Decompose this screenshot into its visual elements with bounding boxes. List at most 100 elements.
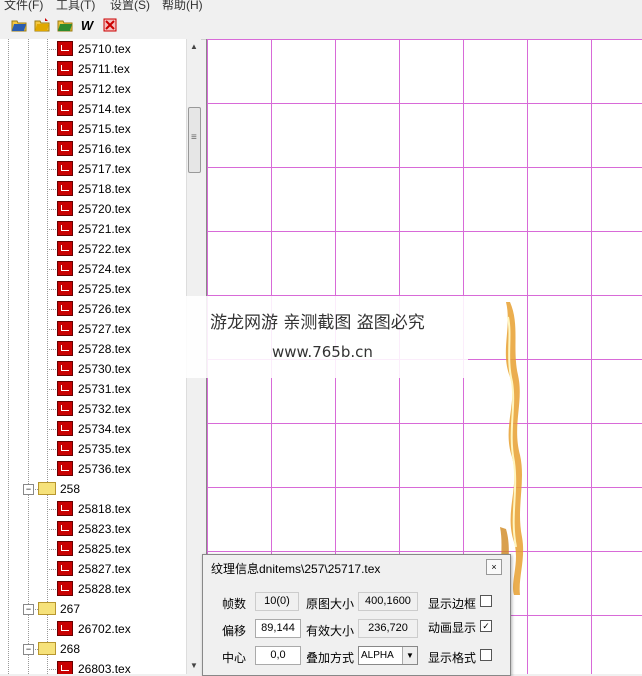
tree-file-item[interactable]: 25721.tex: [57, 219, 131, 239]
tree-item-label: 25721.tex: [78, 222, 131, 236]
tree-file-item[interactable]: 25728.tex: [57, 339, 131, 359]
tree-file-item[interactable]: 25724.tex: [57, 259, 131, 279]
tree-file-item[interactable]: 25825.tex: [57, 539, 131, 559]
tree-connector: [47, 629, 56, 630]
tree-folder-item[interactable]: 268: [38, 639, 80, 659]
tree-file-item[interactable]: 25712.tex: [57, 79, 131, 99]
animation-display-checkbox[interactable]: ✓: [480, 620, 492, 632]
texture-file-icon: [57, 341, 73, 357]
menu-file[interactable]: 文件(F): [4, 0, 43, 12]
tree-connector: [47, 269, 56, 270]
close-icon[interactable]: ×: [486, 559, 502, 575]
tree-file-item[interactable]: 25818.tex: [57, 499, 131, 519]
tree-file-item[interactable]: 25734.tex: [57, 419, 131, 439]
tree-file-item[interactable]: 25732.tex: [57, 399, 131, 419]
tree-file-item[interactable]: 25725.tex: [57, 279, 131, 299]
texture-file-icon: [57, 541, 73, 557]
show-format-checkbox[interactable]: [480, 649, 492, 661]
tree-item-label: 25827.tex: [78, 562, 131, 576]
tree-file-item[interactable]: 25710.tex: [57, 39, 131, 59]
grid-line-v: [591, 39, 592, 674]
tree-file-item[interactable]: 25722.tex: [57, 239, 131, 259]
tree-file-item[interactable]: 25718.tex: [57, 179, 131, 199]
red-cross-icon[interactable]: [101, 16, 119, 34]
blend-mode-value: ALPHA: [361, 650, 394, 661]
tree-file-item[interactable]: 25714.tex: [57, 99, 131, 119]
open-folder-green-icon[interactable]: [56, 16, 74, 34]
tree-file-item[interactable]: 25715.tex: [57, 119, 131, 139]
tree-file-item[interactable]: 25736.tex: [57, 459, 131, 479]
tree-file-item[interactable]: 26803.tex: [57, 659, 131, 674]
texture-file-icon: [57, 321, 73, 337]
texture-file-icon: [57, 121, 73, 137]
frames-value: 10(0): [255, 592, 299, 611]
texture-file-icon: [57, 41, 73, 57]
texture-file-icon: [57, 101, 73, 117]
menu-settings[interactable]: 设置(S): [110, 0, 150, 12]
tree-file-item[interactable]: 25711.tex: [57, 59, 130, 79]
grid-line-h: [207, 103, 642, 104]
scroll-down-arrow-icon[interactable]: ▼: [188, 660, 200, 672]
tree-item-label: 25732.tex: [78, 402, 131, 416]
tree-connector: [47, 289, 56, 290]
tree-connector: [47, 529, 56, 530]
tree-connector: [47, 149, 56, 150]
show-border-label: 显示边框: [428, 597, 477, 611]
scroll-thumb[interactable]: [188, 107, 201, 173]
tree-file-item[interactable]: 25717.tex: [57, 159, 131, 179]
tree-folder-item[interactable]: 267: [38, 599, 80, 619]
texture-file-icon: [57, 441, 73, 457]
menu-help[interactable]: 帮助(H): [162, 0, 203, 12]
center-field[interactable]: 0,0: [255, 646, 301, 665]
tree-item-label: 25818.tex: [78, 502, 131, 516]
scroll-up-arrow-icon[interactable]: ▲: [188, 41, 200, 53]
tree-expander[interactable]: −: [23, 604, 34, 615]
frames-label: 帧数: [222, 597, 247, 611]
show-border-checkbox[interactable]: [480, 595, 492, 607]
tree-expander[interactable]: −: [23, 644, 34, 655]
tree-connector: [28, 39, 29, 674]
tree-file-item[interactable]: 25730.tex: [57, 359, 131, 379]
tree-item-label: 25717.tex: [78, 162, 131, 176]
folder-icon: [38, 642, 56, 656]
tree-item-label: 25710.tex: [78, 42, 131, 56]
tree-connector: [47, 189, 56, 190]
tree-connector: [47, 589, 56, 590]
tree-file-item[interactable]: 25828.tex: [57, 579, 131, 599]
tree-file-item[interactable]: 25827.tex: [57, 559, 131, 579]
open-folder-yellow-icon[interactable]: [33, 16, 51, 34]
texture-info-dialog: 纹理信息dnitems\257\25717.tex × 帧数 10(0) 原图大…: [202, 554, 511, 676]
tree-file-item[interactable]: 25823.tex: [57, 519, 131, 539]
tree-connector: [47, 469, 56, 470]
tree-file-item[interactable]: 26702.tex: [57, 619, 131, 639]
tree-item-label: 25720.tex: [78, 202, 131, 216]
tree-connector: [47, 329, 56, 330]
tree-connector: [47, 249, 56, 250]
offset-field[interactable]: 89,144: [255, 619, 301, 638]
toolbar: W: [0, 12, 642, 40]
tree-connector: [47, 309, 56, 310]
open-folder-blue-icon[interactable]: [10, 16, 28, 34]
tree-file-item[interactable]: 25727.tex: [57, 319, 131, 339]
menu-tools[interactable]: 工具(T): [56, 0, 95, 12]
valid-size-value: 236,720: [358, 619, 418, 638]
chevron-down-icon[interactable]: ▼: [402, 647, 417, 664]
texture-file-icon: [57, 581, 73, 597]
tree-file-item[interactable]: 25731.tex: [57, 379, 131, 399]
tree-expander[interactable]: −: [23, 484, 34, 495]
tree-file-item[interactable]: 25726.tex: [57, 299, 131, 319]
folder-icon: [38, 482, 56, 496]
tree-connector: [47, 349, 56, 350]
tree-file-item[interactable]: 25716.tex: [57, 139, 131, 159]
texture-file-icon: [57, 401, 73, 417]
w-label-button[interactable]: W: [78, 16, 96, 34]
tree-item-label: 25724.tex: [78, 262, 131, 276]
tree-connector: [47, 109, 56, 110]
tree-item-label: 25735.tex: [78, 442, 131, 456]
tree-folder-item[interactable]: 258: [38, 479, 80, 499]
tree-item-label: 25825.tex: [78, 542, 131, 556]
blend-mode-select[interactable]: ALPHA ▼: [358, 646, 418, 665]
tree-connector: [47, 549, 56, 550]
tree-file-item[interactable]: 25720.tex: [57, 199, 131, 219]
tree-file-item[interactable]: 25735.tex: [57, 439, 131, 459]
